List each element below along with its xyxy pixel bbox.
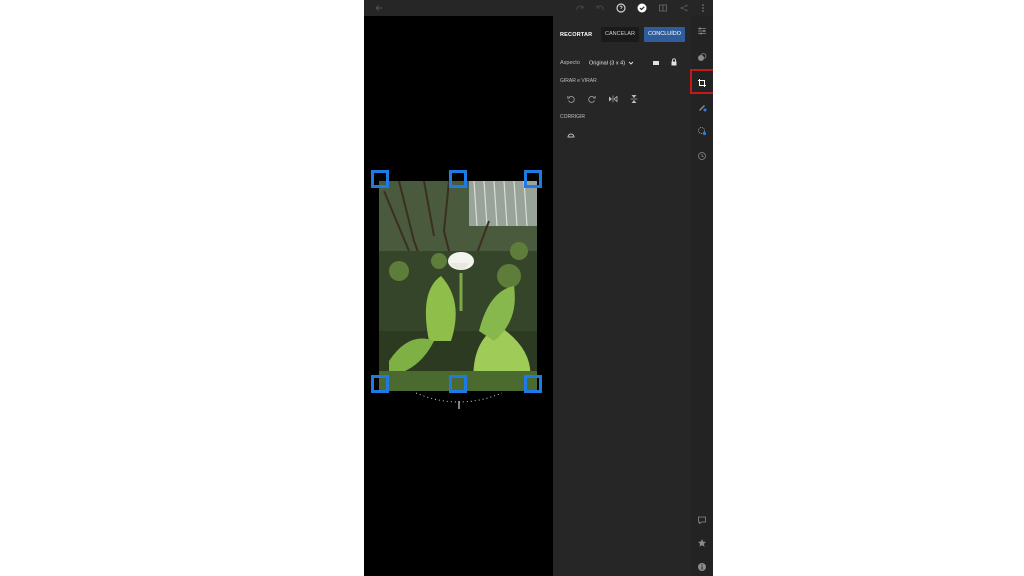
auto-straighten-icon[interactable] <box>566 130 576 140</box>
tool-rail <box>691 16 713 576</box>
rotate-right-icon[interactable] <box>587 94 597 104</box>
photo-editor-app: RECORTAR CANCELAR CONCLUÍDO Aspecto Orig… <box>364 0 713 576</box>
top-toolbar <box>364 0 713 16</box>
crop-handle-top-center[interactable] <box>449 170 467 188</box>
cancel-button[interactable]: CANCELAR <box>601 27 639 42</box>
crop-handle-bottom-right[interactable] <box>524 375 542 393</box>
rotate-flip-section-label: GIRAR e VIRAR <box>560 78 597 84</box>
back-arrow-icon[interactable] <box>372 1 386 15</box>
info-icon[interactable] <box>697 562 707 572</box>
comment-icon[interactable] <box>697 515 707 525</box>
done-button[interactable]: CONCLUÍDO <box>644 27 686 42</box>
crop-handle-top-right[interactable] <box>524 170 542 188</box>
chevron-down-icon <box>628 60 634 66</box>
adjust-sliders-icon[interactable] <box>697 26 707 36</box>
crop-panel: RECORTAR CANCELAR CONCLUÍDO Aspecto Orig… <box>553 16 691 576</box>
check-circle-icon[interactable] <box>635 1 649 15</box>
compare-icon[interactable] <box>656 1 670 15</box>
healing-brush-icon[interactable] <box>697 102 707 112</box>
aspect-select[interactable]: Original (3 x 4) <box>589 60 634 66</box>
crop-handle-bottom-left[interactable] <box>371 375 389 393</box>
panel-title: RECORTAR <box>560 32 593 38</box>
crop-handle-top-left[interactable] <box>371 170 389 188</box>
help-icon[interactable] <box>614 1 628 15</box>
flip-horizontal-icon[interactable] <box>608 94 618 104</box>
more-icon[interactable] <box>696 1 710 15</box>
straighten-dial[interactable] <box>414 389 504 415</box>
star-icon[interactable] <box>697 538 707 548</box>
aspect-value-text: Original (3 x 4) <box>589 60 626 67</box>
rotate-left-icon[interactable] <box>566 94 576 104</box>
selective-adjust-icon[interactable] <box>697 126 707 136</box>
image-canvas[interactable] <box>364 16 553 576</box>
aspect-orientation-icon[interactable] <box>651 58 661 68</box>
photo-calla-lily <box>379 181 537 391</box>
flip-vertical-icon[interactable] <box>629 94 639 104</box>
active-tool-highlight <box>690 69 713 94</box>
presets-icon[interactable] <box>697 52 707 62</box>
straighten-section-label: CORRIGIR <box>560 114 585 120</box>
redo-icon[interactable] <box>573 1 587 15</box>
aspect-label: Aspecto <box>560 60 580 66</box>
share-icon[interactable] <box>677 1 691 15</box>
lock-icon[interactable] <box>669 57 679 67</box>
undo-icon[interactable] <box>593 1 607 15</box>
history-icon[interactable] <box>697 151 707 161</box>
